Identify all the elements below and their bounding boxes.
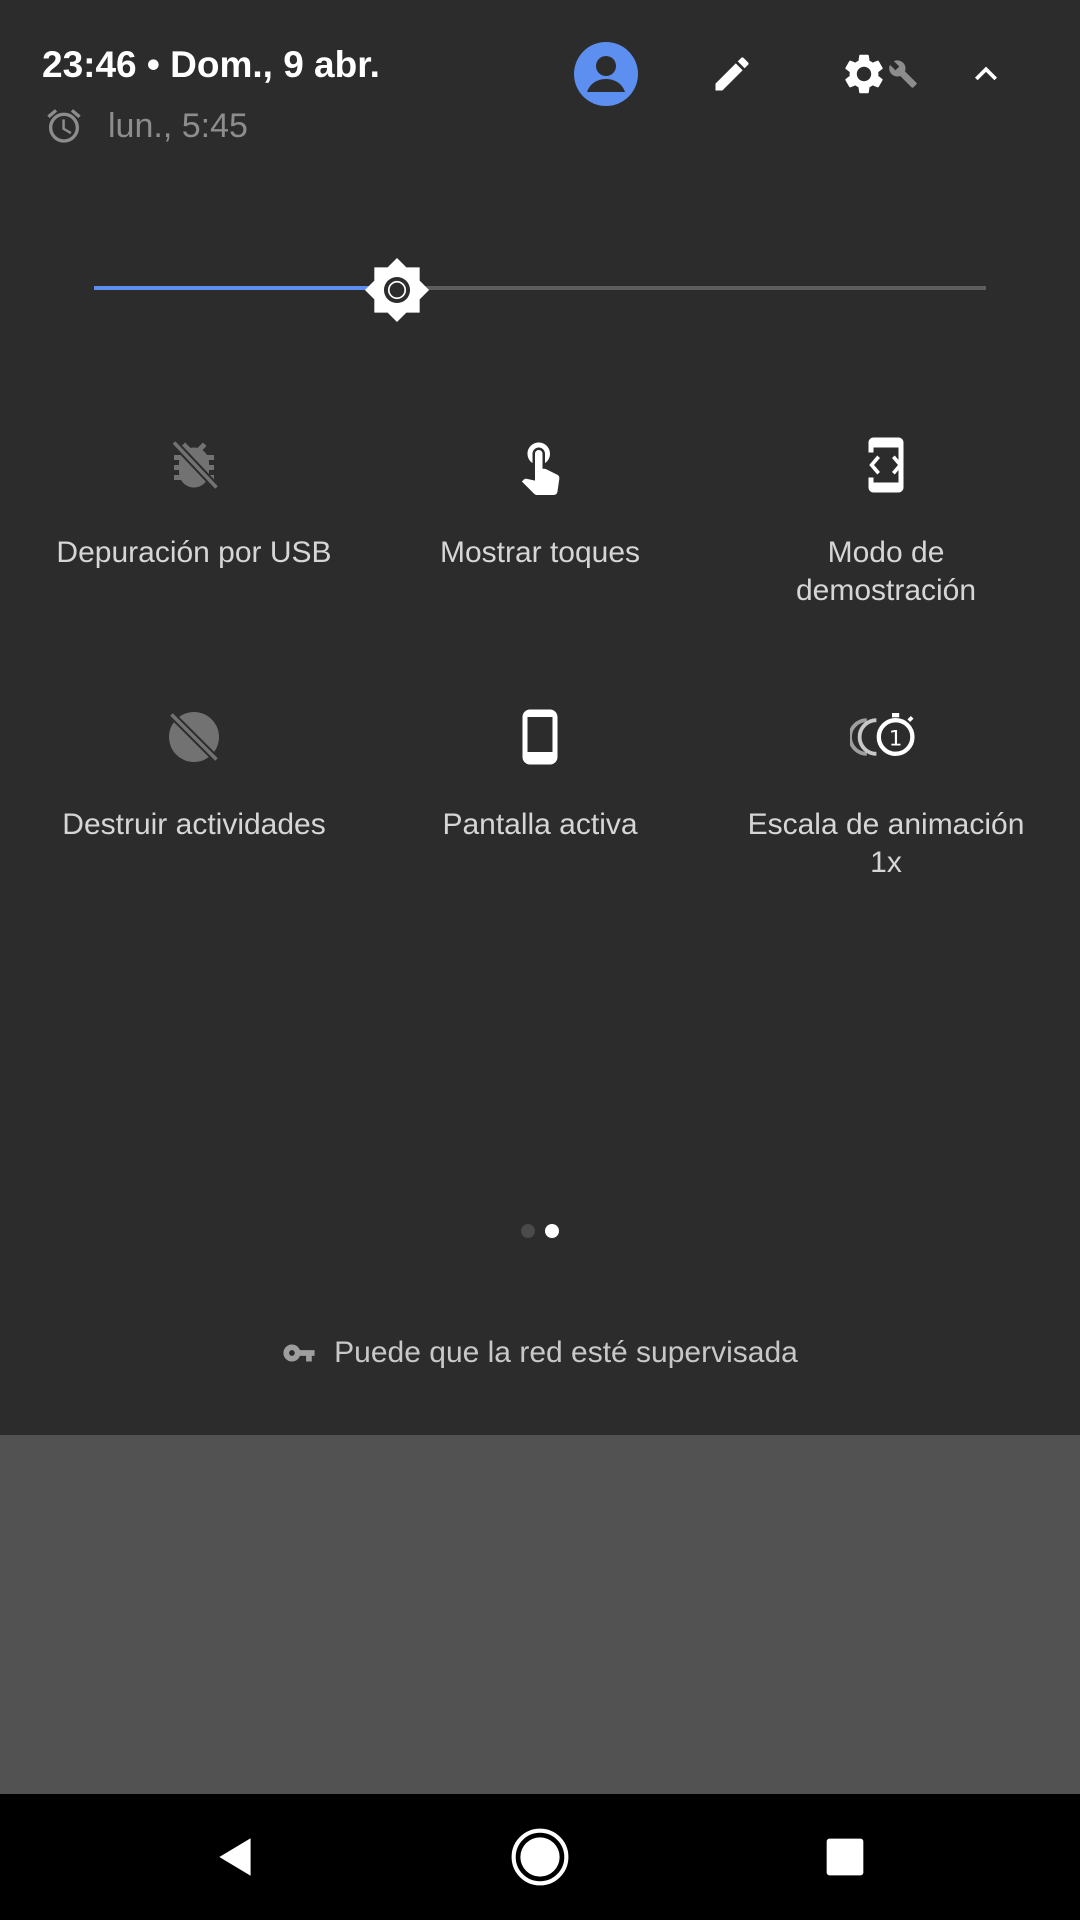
brightness-fill	[94, 286, 398, 290]
brightness-slider[interactable]	[94, 256, 986, 323]
quick-settings-panel: 23:46 • Dom., 9 abr. lun., 5:45 Depuraci…	[0, 0, 1080, 1435]
phone-icon	[522, 709, 558, 765]
tile-show-touches[interactable]: Mostrar toques	[370, 430, 710, 572]
account-icon[interactable]	[574, 42, 638, 106]
network-notice-label: Puede que la red esté supervisada	[334, 1336, 798, 1369]
page-indicator	[0, 1224, 1080, 1238]
tile-label: Destruir actividades	[62, 808, 326, 841]
brightness-icon	[365, 257, 430, 323]
network-monitor-notice[interactable]: Puede que la red esté supervisada	[0, 1336, 1080, 1370]
recents-icon	[826, 1838, 864, 1876]
tile-demo-mode[interactable]: Modo de demostración	[716, 430, 1056, 610]
tile-stay-awake[interactable]: Pantalla activa	[370, 702, 710, 844]
touch-icon	[521, 442, 560, 495]
back-button[interactable]	[201, 1822, 271, 1892]
usb-debug-off-icon	[171, 439, 220, 491]
home-button[interactable]	[505, 1822, 575, 1892]
svg-text:1: 1	[889, 726, 903, 751]
animation-scale-icon: 1	[850, 713, 915, 756]
collapse-icon[interactable]	[962, 50, 1010, 98]
destroy-activities-off-icon	[168, 711, 220, 763]
page-dot[interactable]	[521, 1224, 535, 1238]
page-dot[interactable]	[545, 1224, 559, 1238]
tile-label: Pantalla activa	[442, 808, 638, 841]
tile-usb-debugging[interactable]: Depuración por USB	[24, 430, 364, 572]
recents-button[interactable]	[810, 1822, 880, 1892]
back-icon	[219, 1838, 251, 1876]
vpn-key-icon	[283, 1344, 315, 1362]
demo-mode-icon	[868, 437, 904, 493]
tile-destroy-activities[interactable]: Destruir actividades	[24, 702, 364, 844]
tile-label: Mostrar toques	[439, 536, 641, 569]
wrench-icon	[889, 60, 917, 88]
tile-label: Modo de demostración	[795, 536, 977, 607]
brightness-thumb[interactable]	[363, 256, 431, 324]
navigation-bar	[0, 1794, 1080, 1920]
tile-label: Depuración por USB	[56, 536, 332, 569]
tile-label: Escala de animación 1x	[747, 808, 1025, 879]
settings-button[interactable]	[834, 50, 924, 98]
alarm-time-label: lun., 5:45	[108, 106, 248, 145]
time-date-label[interactable]: 23:46 • Dom., 9 abr.	[42, 44, 380, 86]
settings-icon	[845, 54, 883, 94]
edit-icon[interactable]	[708, 50, 756, 98]
alarm-clock-icon	[47, 109, 81, 143]
home-icon	[511, 1828, 569, 1886]
next-alarm[interactable]: lun., 5:45	[44, 104, 248, 148]
tile-animation-scale[interactable]: 1 Escala de animación 1x	[716, 702, 1056, 882]
